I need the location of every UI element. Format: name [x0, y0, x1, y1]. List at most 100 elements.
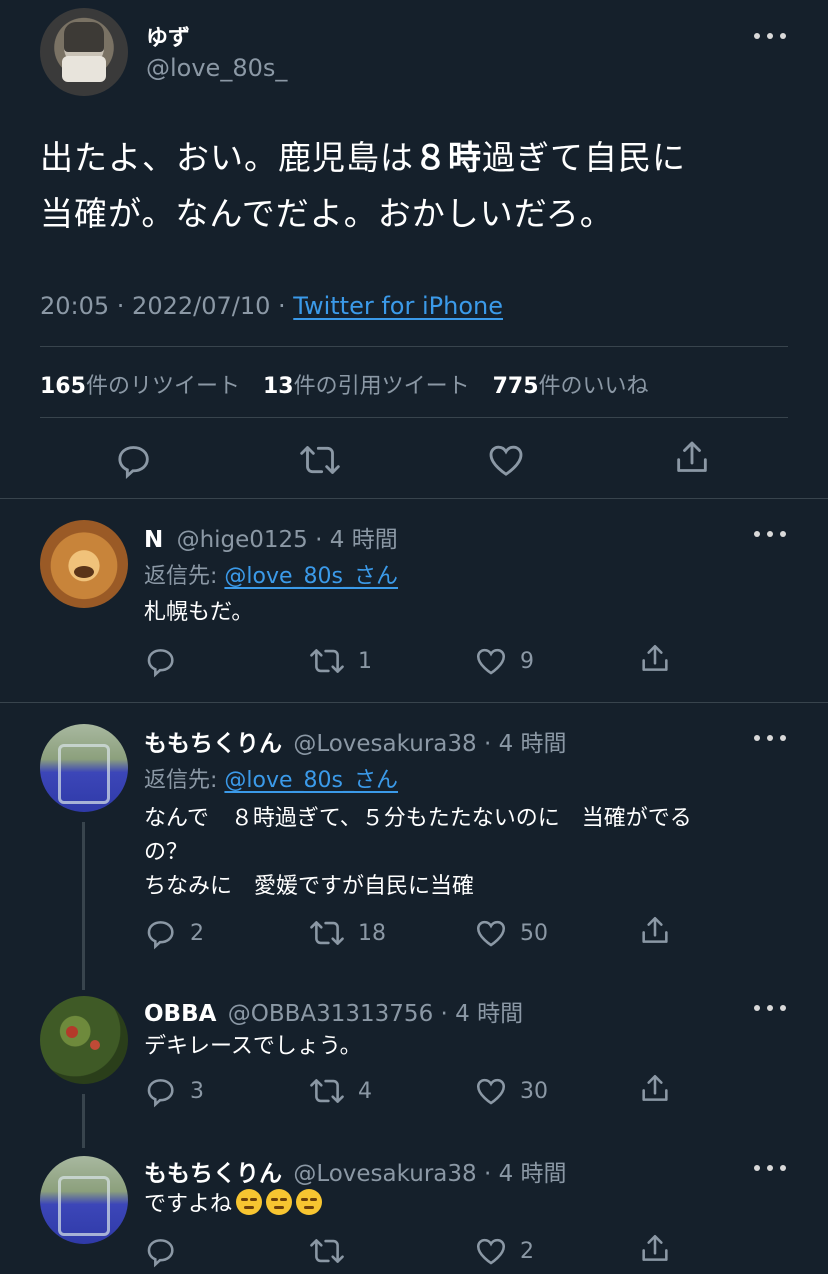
- reply-action[interactable]: [144, 1234, 190, 1268]
- reply-author-name[interactable]: OBBA: [144, 1001, 216, 1027]
- tweet-source-link[interactable]: Twitter for iPhone: [293, 292, 503, 320]
- reply-avatar[interactable]: [40, 1156, 128, 1244]
- quotes-stat[interactable]: 13件の引用ツイート: [263, 374, 470, 399]
- share-action[interactable]: [638, 1072, 672, 1106]
- reply-header: ももちくりん @Lovesakura38 · 4 時間: [144, 724, 567, 758]
- reply-icon[interactable]: [114, 440, 154, 480]
- more-options-icon[interactable]: [754, 1162, 786, 1174]
- reply-text: なんで ８時過ぎて、５分もたたないのに 当確がでる の？ ちなみに 愛媛ですが自…: [144, 802, 692, 904]
- reply-author-name[interactable]: ももちくりん: [144, 1161, 282, 1187]
- reply-author-name[interactable]: ももちくりん: [144, 731, 282, 757]
- like-icon[interactable]: [486, 440, 526, 480]
- retweet-icon: [310, 1079, 344, 1103]
- divider: [0, 702, 828, 703]
- reply-author-handle[interactable]: @hige0125 · 4 時間: [177, 527, 398, 553]
- reply-text: 札幌もだ。: [144, 600, 254, 625]
- share-icon: [642, 644, 668, 671]
- tweet-text-part: 過ぎて自民に: [482, 138, 686, 177]
- reply-header: N @hige0125 · 4 時間: [144, 520, 398, 554]
- retweet-action[interactable]: 4: [308, 1074, 372, 1108]
- author-avatar[interactable]: [40, 8, 128, 96]
- reply-to-label: 返信先:: [144, 564, 218, 589]
- reply-text-line: の？: [144, 840, 189, 865]
- more-options-icon[interactable]: [754, 1002, 786, 1014]
- retweets-stat[interactable]: 165件のリツイート: [40, 374, 240, 399]
- share-icon[interactable]: [672, 438, 712, 478]
- share-icon: [642, 1074, 668, 1101]
- tweet-meta: 20:05 · 2022/07/10 · Twitter for iPhone: [40, 292, 503, 320]
- reply-icon: [147, 1079, 174, 1108]
- retweet-icon: [310, 649, 344, 673]
- like-action[interactable]: 50: [474, 916, 548, 950]
- divider: [40, 417, 788, 418]
- reply-to-link[interactable]: @love_80s_さん: [224, 564, 398, 589]
- reply-text-line: ですよね: [144, 1192, 233, 1217]
- reply-icon: [147, 649, 174, 678]
- like-action[interactable]: 30: [474, 1074, 548, 1108]
- expressionless-emoji-icon: [296, 1189, 323, 1215]
- author-handle[interactable]: @love_80s_: [146, 54, 287, 82]
- reply-icon: [147, 1239, 174, 1268]
- retweet-count: 1: [358, 648, 372, 674]
- like-count: 30: [520, 1078, 548, 1104]
- more-options-icon[interactable]: [754, 732, 786, 744]
- reply-icon: [147, 921, 174, 950]
- reply-count: 2: [190, 920, 204, 946]
- thread-line: [82, 822, 85, 990]
- retweet-icon: [310, 921, 344, 945]
- reply-to: 返信先: @love_80s_さん: [144, 762, 398, 794]
- reply-text: ですよね: [144, 1188, 323, 1222]
- divider: [40, 346, 788, 347]
- expressionless-emoji-icon: [266, 1189, 293, 1215]
- reply-avatar[interactable]: [40, 724, 128, 812]
- reply-author-handle[interactable]: @Lovesakura38 · 4 時間: [293, 731, 566, 757]
- retweet-action[interactable]: 18: [308, 916, 386, 950]
- tweet-stats: 165件のリツイート 13件の引用ツイート 775件のいいね: [40, 368, 649, 400]
- tweet-text-line: 当確が。なんでだよ。おかしいだろ。: [40, 194, 614, 233]
- reply-action[interactable]: [144, 644, 190, 678]
- reply-action[interactable]: 3: [144, 1074, 204, 1108]
- retweet-count: 18: [358, 920, 386, 946]
- thread-line: [82, 1094, 85, 1148]
- reply-header: OBBA @OBBA31313756 · 4 時間: [144, 994, 523, 1028]
- reply-author-name[interactable]: N: [144, 527, 163, 553]
- reply-to-link[interactable]: @love_80s_さん: [224, 768, 398, 793]
- share-action[interactable]: [638, 914, 672, 948]
- retweet-action[interactable]: [308, 1234, 358, 1268]
- tweet-timestamp[interactable]: 20:05 · 2022/07/10 ·: [40, 292, 286, 320]
- reply-to: 返信先: @love_80s_さん: [144, 558, 398, 590]
- share-icon: [642, 916, 668, 943]
- likes-stat[interactable]: 775件のいいね: [493, 374, 649, 399]
- reply-author-handle[interactable]: @OBBA31313756 · 4 時間: [228, 1001, 523, 1027]
- reply-header: ももちくりん @Lovesakura38 · 4 時間: [144, 1154, 567, 1188]
- reply-avatar[interactable]: [40, 996, 128, 1084]
- retweet-icon[interactable]: [298, 440, 342, 480]
- expressionless-emoji-icon: [236, 1189, 263, 1215]
- tweet-text-part: 出たよ、おい。鹿児島は: [40, 138, 414, 177]
- reply-avatar[interactable]: [40, 520, 128, 608]
- tweet-text-bold: ８時: [414, 138, 482, 177]
- reply-text-line: ちなみに 愛媛ですが自民に当確: [144, 874, 475, 899]
- more-options-icon[interactable]: [754, 528, 786, 540]
- divider: [0, 498, 828, 499]
- reply-text: デキレースでしょう。: [144, 1034, 362, 1059]
- more-options-icon[interactable]: [754, 30, 786, 42]
- like-icon: [476, 1078, 506, 1105]
- author-display-name[interactable]: ゆず: [146, 20, 190, 52]
- share-action[interactable]: [638, 1232, 672, 1266]
- reply-author-handle[interactable]: @Lovesakura38 · 4 時間: [293, 1161, 566, 1187]
- retweet-count: 4: [358, 1078, 372, 1104]
- retweet-action[interactable]: 1: [308, 644, 372, 678]
- like-action[interactable]: 2: [474, 1234, 534, 1268]
- reply-action[interactable]: 2: [144, 916, 204, 950]
- retweet-icon: [310, 1239, 344, 1263]
- like-icon: [476, 648, 506, 675]
- like-count: 2: [520, 1238, 534, 1264]
- reply-to-label: 返信先:: [144, 768, 218, 793]
- like-action[interactable]: 9: [474, 644, 534, 678]
- share-icon: [642, 1234, 668, 1261]
- share-action[interactable]: [638, 642, 672, 676]
- like-icon: [476, 1238, 506, 1265]
- reply-count: 3: [190, 1078, 204, 1104]
- like-count: 50: [520, 920, 548, 946]
